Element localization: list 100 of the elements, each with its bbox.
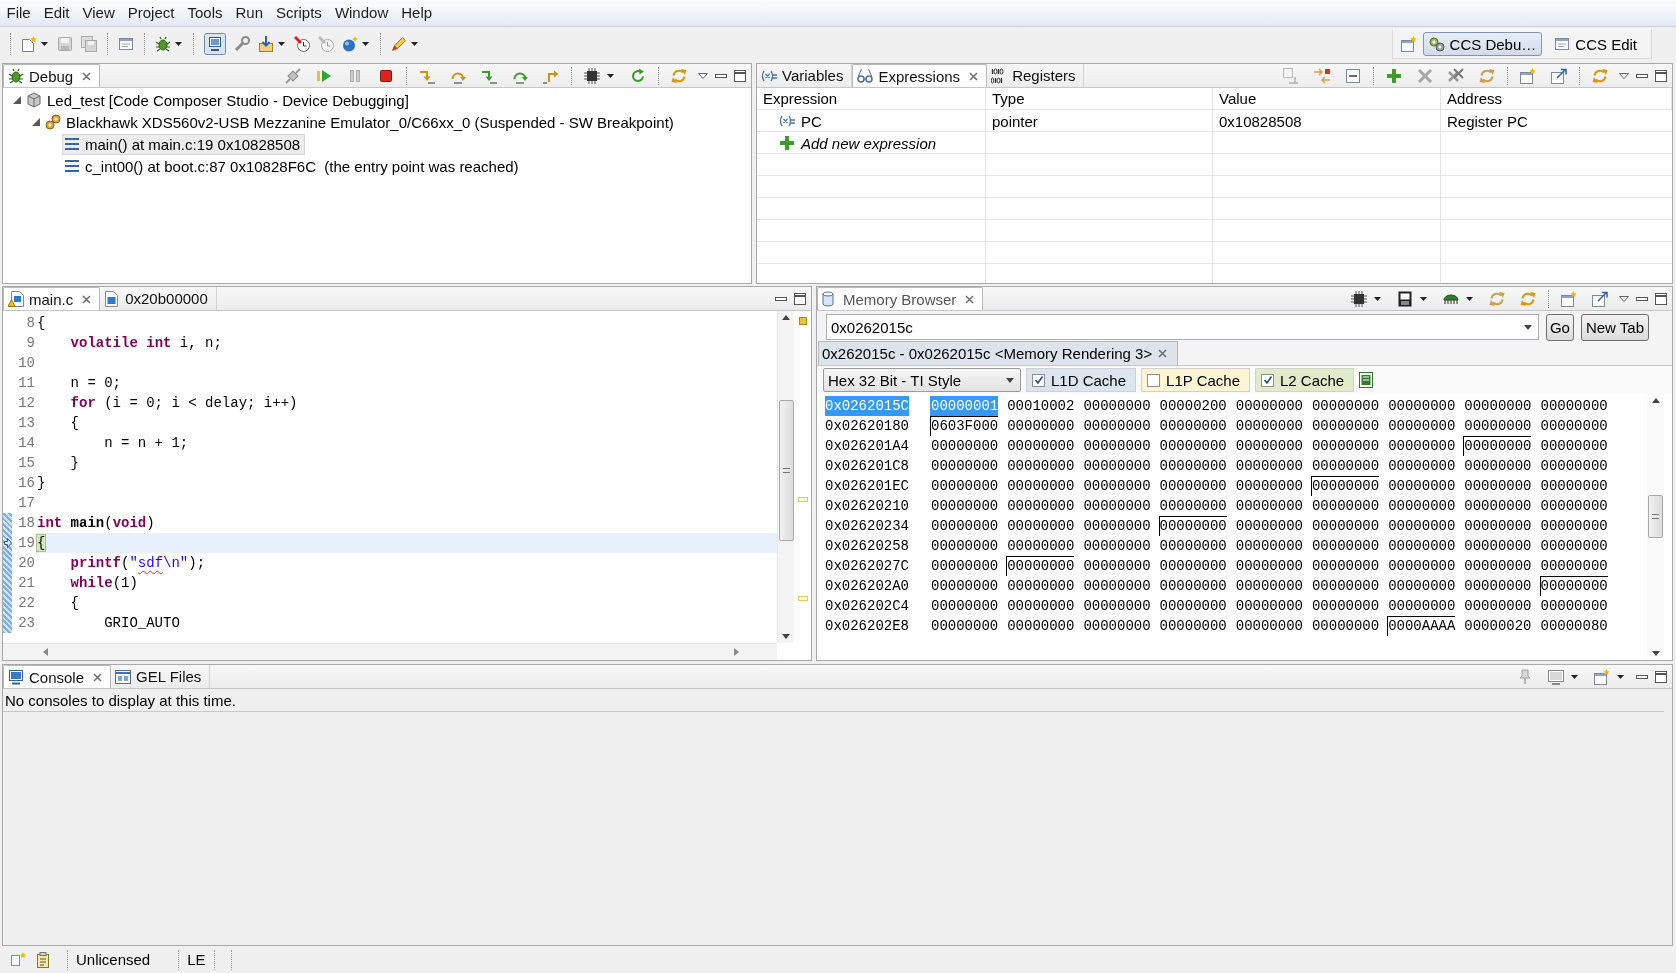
memory-word[interactable]: 00000000	[930, 576, 998, 596]
memory-address[interactable]: 0x026201C8	[825, 456, 909, 476]
memory-word[interactable]: 00000000	[1006, 436, 1075, 456]
dropdown-arrow-icon[interactable]	[1523, 324, 1532, 330]
memory-word[interactable]: 00000000	[1158, 456, 1227, 476]
checkbox[interactable]	[1147, 373, 1161, 387]
close-icon[interactable]	[82, 71, 92, 81]
stop-icon[interactable]	[378, 67, 394, 84]
memory-word[interactable]: 00000000	[1310, 516, 1379, 536]
memory-word[interactable]: 00000000	[1387, 496, 1456, 516]
memory-word[interactable]: 00000000	[1234, 576, 1303, 596]
tab[interactable]: Debug	[3, 64, 101, 87]
maximize-icon[interactable]	[1655, 292, 1667, 305]
vertical-scrollbar[interactable]	[777, 311, 794, 643]
column-header[interactable]: Value	[1213, 88, 1441, 110]
tree-item[interactable]: c_int00() at boot.c:87 0x10828F6C (the entry point was reached)	[62, 155, 524, 177]
memory-word[interactable]: 00000000	[1006, 456, 1075, 476]
minimize-icon[interactable]	[775, 296, 787, 301]
rendering-tab[interactable]: 0x262015c - 0x0262015c <Memory Rendering 3>	[818, 341, 1179, 365]
memory-address[interactable]: 0x026202A0	[825, 576, 909, 596]
memory-word[interactable]: 00000000	[930, 496, 998, 516]
minimize-icon[interactable]	[1636, 73, 1648, 78]
address-field[interactable]: 0x0262015c	[826, 314, 1539, 340]
memory-word[interactable]: 00000000	[1082, 476, 1151, 496]
scroll-left-icon[interactable]	[43, 648, 48, 656]
memory-word[interactable]: 00000000	[1310, 596, 1379, 616]
caret-icon[interactable]	[1420, 296, 1427, 301]
checkbox[interactable]	[1261, 373, 1274, 387]
memory-word[interactable]: 00000080	[1539, 616, 1608, 636]
memory-word[interactable]: 00000000	[930, 536, 998, 556]
memory-word[interactable]: 00000000	[1387, 576, 1456, 596]
memory-word[interactable]: 00000000	[1310, 416, 1379, 436]
window-arrow-icon[interactable]	[1551, 67, 1567, 84]
memory-address[interactable]: 0x0262027C	[825, 556, 909, 576]
memory-address[interactable]: 0x02620234	[825, 516, 909, 536]
bug-icon[interactable]	[155, 36, 171, 52]
menu-item[interactable]: Project	[121, 3, 181, 23]
ball-icon[interactable]	[342, 36, 358, 52]
cache-option[interactable]: L2 Cache	[1255, 368, 1355, 392]
memory-word[interactable]: 00000000	[1387, 416, 1456, 436]
memory-word[interactable]: 00000000	[1463, 536, 1532, 556]
memory-word[interactable]: 00000000	[1387, 436, 1456, 456]
memory-word[interactable]: 00000000	[1234, 456, 1303, 476]
memory-word[interactable]: 00000000	[1539, 556, 1608, 576]
scrollbar-thumb[interactable]	[1648, 495, 1663, 538]
minimize-icon[interactable]	[715, 73, 727, 78]
memory-word[interactable]: 00000000	[1463, 416, 1532, 436]
plug-icon[interactable]	[285, 67, 301, 84]
memory-word[interactable]: 00000000	[1158, 516, 1227, 536]
memory-card-icon[interactable]	[1397, 290, 1413, 307]
menu-item[interactable]: Help	[394, 3, 439, 23]
memory-address[interactable]: 0x026201EC	[825, 476, 909, 496]
menu-item[interactable]: Edit	[37, 3, 77, 23]
memory-word[interactable]: 00000000	[1234, 616, 1303, 636]
memory-word[interactable]: 00000000	[1234, 436, 1303, 456]
memory-word[interactable]: 00000000	[1463, 456, 1532, 476]
new-window-icon[interactable]	[11, 951, 27, 968]
memory-word[interactable]: 00000200	[1158, 396, 1227, 416]
memory-address[interactable]: 0x02620180	[825, 416, 909, 436]
refresh-icon[interactable]	[630, 67, 646, 84]
memory-word[interactable]: 00000000	[1158, 616, 1227, 636]
memory-word[interactable]: 00000000	[1006, 476, 1075, 496]
caret-icon[interactable]	[41, 42, 48, 46]
memory-word[interactable]: 00000000	[1387, 556, 1456, 576]
close-icon[interactable]	[93, 672, 103, 682]
perspective-button[interactable]: CCS Edit	[1548, 32, 1643, 56]
memory-address[interactable]: 0x02620210	[825, 496, 909, 516]
play-icon[interactable]	[316, 67, 332, 84]
memory-word[interactable]: 00000000	[1082, 576, 1151, 596]
memory-word[interactable]: 00000000	[1387, 596, 1456, 616]
memory-word[interactable]: 00000000	[1082, 556, 1151, 576]
column-header[interactable]: Address	[1441, 88, 1672, 110]
memory-word[interactable]: 00000000	[1539, 496, 1608, 516]
view-menu-icon[interactable]	[1619, 72, 1629, 79]
memory-word[interactable]: 00000000	[1158, 416, 1227, 436]
memory-word[interactable]: 00000000	[1463, 436, 1532, 456]
close-icon[interactable]	[965, 294, 975, 304]
maximize-icon[interactable]	[794, 292, 806, 305]
monitor-icon[interactable]	[204, 33, 226, 55]
caret-icon[interactable]	[1374, 296, 1381, 301]
memory-word[interactable]: 00000000	[1006, 496, 1075, 516]
minimize-icon[interactable]	[1636, 674, 1648, 679]
memory-word[interactable]: 00000000	[1310, 556, 1379, 576]
memory-word[interactable]: 00000000	[1082, 416, 1151, 436]
memory-word[interactable]: 00000000	[1234, 496, 1303, 516]
memory-word[interactable]: 00000000	[1539, 516, 1608, 536]
view-menu-icon[interactable]	[1619, 295, 1629, 302]
tab[interactable]: Expressions	[852, 64, 988, 87]
memory-word[interactable]: 00000000	[1310, 436, 1379, 456]
tab[interactable]: Registers	[987, 64, 1085, 87]
new-window-icon[interactable]	[1400, 36, 1417, 52]
memory-word[interactable]: 00010002	[1006, 396, 1075, 416]
memory-word[interactable]: 00000000	[1310, 496, 1379, 516]
memory-word[interactable]: 00000000	[1387, 476, 1456, 496]
memory-word[interactable]: 00000000	[1234, 596, 1303, 616]
memory-word[interactable]: 00000000	[1082, 616, 1151, 636]
download-icon[interactable]	[258, 36, 274, 52]
memory-word[interactable]: 00000000	[1539, 536, 1608, 556]
caret-icon[interactable]	[607, 73, 614, 78]
memory-word[interactable]: 00000000	[1539, 416, 1608, 436]
